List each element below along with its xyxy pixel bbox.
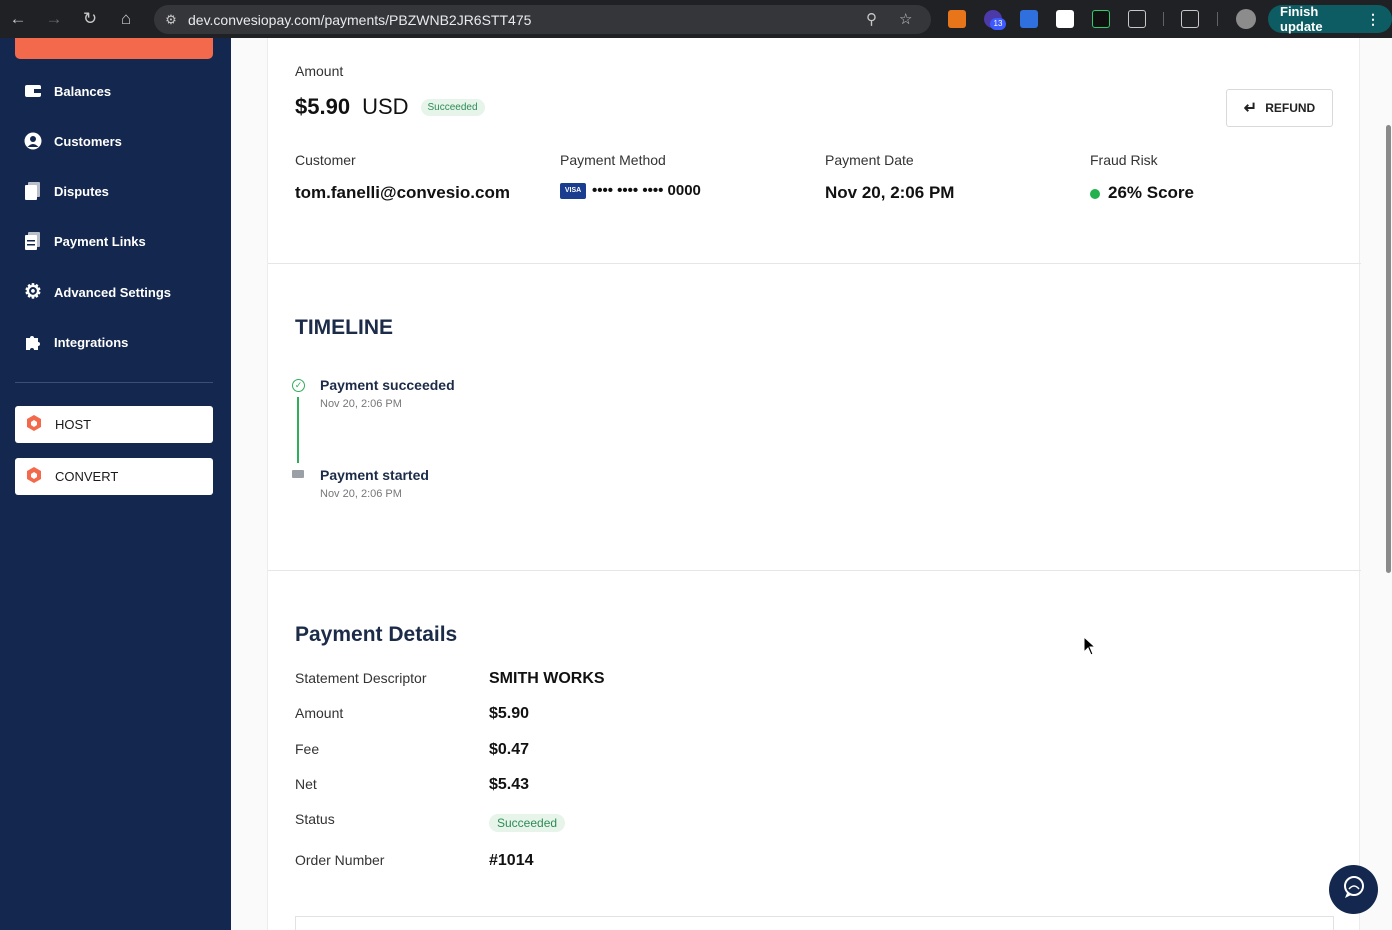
sidebar-item-label: Customers: [54, 133, 122, 149]
chat-bubble-icon: [1341, 874, 1367, 905]
visa-card-icon: VISA: [560, 183, 586, 200]
payment-details-title: Payment Details: [295, 623, 458, 646]
customer-email[interactable]: tom.fanelli@convesio.com: [295, 183, 510, 203]
amount-label: Amount: [295, 63, 344, 79]
payment-method-value: VISA •••• •••• •••• 0000: [560, 182, 701, 200]
sidebar-item-label: Integrations: [54, 334, 129, 350]
user-icon: [24, 132, 42, 150]
detail-label: Order Number: [295, 852, 385, 868]
finish-update-button[interactable]: Finish update ⋮: [1268, 4, 1392, 34]
extension-icon[interactable]: [1092, 10, 1110, 28]
detail-fee-value: $0.47: [489, 741, 530, 758]
sidebar-item-payment-links[interactable]: Payment Links: [24, 228, 146, 254]
section-divider: [268, 570, 1361, 571]
profile-avatar[interactable]: [1236, 9, 1256, 29]
payment-method-label: Payment Method: [560, 152, 666, 168]
customer-label: Customer: [295, 152, 356, 168]
sidebar-item-advanced-settings[interactable]: ⚙ Advanced Settings: [24, 279, 171, 305]
timeline-event-time: Nov 20, 2:06 PM: [320, 488, 402, 500]
next-section-box: [295, 916, 1334, 930]
mouse-cursor-icon: [1083, 635, 1097, 661]
statement-descriptor-value: SMITH WORKS: [489, 670, 605, 687]
check-circle-icon: ✓: [292, 379, 305, 392]
detail-label: Fee: [295, 741, 320, 757]
sidebar-item-label: Disputes: [54, 183, 109, 199]
gear-icon: ⚙: [24, 281, 42, 303]
return-arrow-icon: ↵: [1243, 100, 1258, 117]
extensions-puzzle-icon[interactable]: [1128, 10, 1146, 28]
search-tab-icon[interactable]: [1181, 10, 1199, 28]
forward-icon[interactable]: →: [36, 0, 72, 38]
refund-label: REFUND: [1265, 101, 1316, 115]
sidebar-item-label: Balances: [54, 83, 112, 99]
main-content: Amount $5.90 USD Succeeded ↵ REFUND Cust…: [231, 38, 1392, 930]
fraud-risk-value: 26% Score: [1090, 183, 1194, 203]
risk-indicator-dot: [1090, 188, 1100, 199]
detail-label: Amount: [295, 705, 344, 721]
section-divider: [268, 263, 1361, 264]
sidebar-divider: [15, 382, 213, 383]
amount-value: $5.90: [295, 94, 351, 119]
payment-date-label: Payment Date: [825, 152, 914, 168]
url-text: dev.convesiopay.com/payments/PBZWNB2JR6S…: [188, 11, 532, 28]
app-host-label: HOST: [55, 417, 92, 432]
timeline-title: TIMELINE: [295, 316, 393, 339]
bookmark-star-icon[interactable]: ☆: [899, 10, 912, 28]
extension-icon[interactable]: [1056, 10, 1074, 28]
timeline-event-title: Payment started: [320, 467, 429, 483]
zoom-icon[interactable]: ⚲: [866, 10, 877, 28]
sidebar-item-balances[interactable]: Balances: [24, 78, 111, 104]
home-icon[interactable]: ⌂: [108, 0, 144, 38]
extension-badge: 13: [990, 18, 1006, 30]
detail-order-number[interactable]: #1014: [489, 852, 534, 870]
payment-date-value: Nov 20, 2:06 PM: [825, 183, 955, 202]
card-number: •••• •••• •••• 0000: [592, 182, 701, 199]
finish-update-label: Finish update: [1280, 4, 1323, 34]
site-settings-icon[interactable]: ⚙: [154, 12, 188, 28]
card-icon: [292, 470, 304, 478]
detail-status-badge: Succeeded: [489, 814, 566, 832]
status-badge: Succeeded: [420, 98, 485, 116]
sidebar-item-customers[interactable]: Customers: [24, 128, 122, 154]
detail-amount-value: $5.90: [489, 705, 530, 722]
sidebar: Balances Customers Disputes Payment Link…: [0, 38, 231, 930]
timeline-event-time: Nov 20, 2:06 PM: [320, 398, 402, 410]
app-host-button[interactable]: HOST: [15, 406, 213, 443]
detail-net-value: $5.43: [489, 776, 530, 793]
chat-support-button[interactable]: [1329, 865, 1378, 914]
sidebar-item-integrations[interactable]: Integrations: [24, 329, 128, 355]
sidebar-item-payments-active[interactable]: [15, 38, 213, 59]
sidebar-item-disputes[interactable]: Disputes: [24, 178, 109, 204]
amount-currency: USD: [362, 94, 409, 119]
toolbar-separator: [1163, 12, 1164, 26]
wallet-icon: [24, 82, 42, 100]
payment-panel: Amount $5.90 USD Succeeded ↵ REFUND Cust…: [267, 38, 1361, 930]
page-scrollbar[interactable]: [1386, 125, 1391, 573]
app-convert-button[interactable]: CONVERT: [15, 458, 213, 495]
cube-logo-icon: [25, 466, 43, 487]
metamask-extension-icon[interactable]: [948, 10, 966, 28]
reload-icon[interactable]: ↻: [72, 0, 108, 38]
app-convert-label: CONVERT: [55, 469, 119, 484]
toolbar-separator: [1217, 12, 1218, 26]
refund-button[interactable]: ↵ REFUND: [1226, 89, 1333, 127]
address-bar[interactable]: ⚙ dev.convesiopay.com/payments/PBZWNB2JR…: [154, 5, 931, 34]
links-icon: [24, 232, 42, 250]
sidebar-item-label: Advanced Settings: [54, 284, 172, 300]
fraud-risk-label: Fraud Risk: [1090, 152, 1158, 168]
timeline-connector: [297, 397, 299, 463]
detail-label: Net: [295, 776, 317, 792]
fraud-score: 26% Score: [1108, 183, 1194, 202]
sidebar-item-label: Payment Links: [54, 233, 146, 249]
detail-label: Statement Descriptor: [295, 670, 427, 686]
cube-logo-icon: [25, 414, 43, 435]
document-icon: [24, 182, 42, 200]
back-icon[interactable]: ←: [0, 0, 36, 38]
puzzle-icon: [24, 333, 42, 351]
extension-icon[interactable]: [1020, 10, 1038, 28]
detail-label: Status: [295, 811, 335, 827]
more-vert-icon: ⋮: [1366, 10, 1380, 27]
amount-row: $5.90 USD Succeeded: [295, 94, 485, 120]
timeline-event-title: Payment succeeded: [320, 377, 455, 393]
